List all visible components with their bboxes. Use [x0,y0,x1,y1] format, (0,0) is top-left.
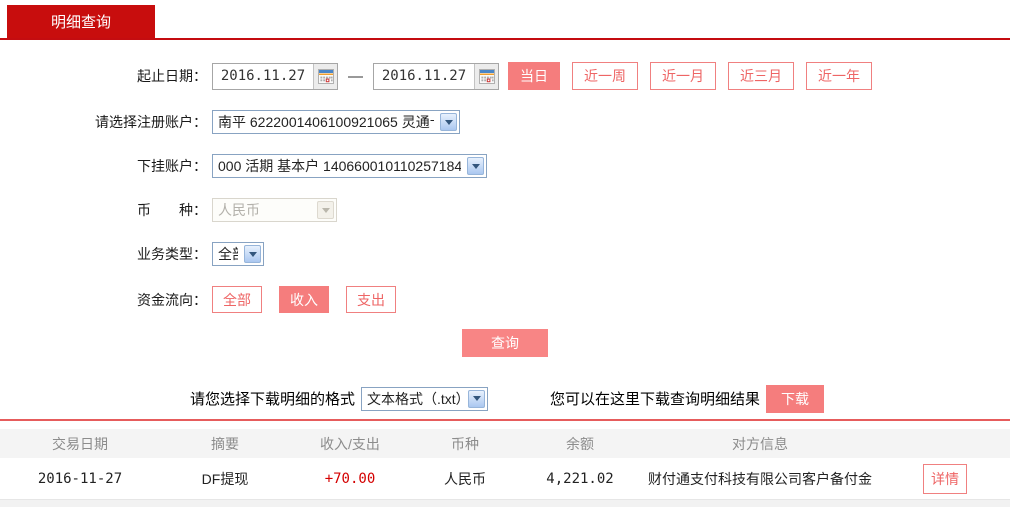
calendar-icon[interactable] [313,63,337,89]
header-currency: 币种 [451,435,479,452]
quick-today-button[interactable]: 当日 [508,62,560,90]
download-button[interactable]: 下载 [766,384,825,413]
business-type-label: 业务类型： [137,246,207,262]
row-summary: DF提现 [201,471,249,487]
end-date-input[interactable]: 2016.11.27 [373,62,499,90]
download-row: 请您选择下载明细的格式 文本格式（.txt） 您可以在这里下载查询明细结果 下载 [0,384,1010,413]
register-account-value: 南平 6222001406100921065 灵通卡 [218,114,434,130]
dropdown-arrow-icon [244,245,261,263]
end-date-value: 2016.11.27 [381,68,467,84]
query-form: 起止日期： 2016.11.27 — 2016.11.27 当日 近一周 近一月… [0,40,1010,413]
detail-button[interactable]: 详情 [923,464,967,494]
row-counterparty: 财付通支付科技有限公司客户备付金 [648,471,872,487]
quick-last-year-button[interactable]: 近一年 [806,62,872,90]
start-date-value: 2016.11.27 [220,68,306,84]
calendar-icon-glyph [317,68,334,84]
tab-detail-query[interactable]: 明细查询 [7,5,155,38]
start-date-input[interactable]: 2016.11.27 [212,62,338,90]
currency-label: 币 种： [137,202,207,218]
table-separator [0,419,1010,421]
calendar-icon[interactable] [474,63,498,89]
sub-account-value: 000 活期 基本户 1406600101102571848 [218,158,461,174]
fund-flow-income-button[interactable]: 收入 [279,286,329,313]
date-separator: — [348,67,363,85]
fund-flow-expense-button[interactable]: 支出 [346,286,396,313]
register-account-label: 请选择注册账户： [95,114,207,130]
table-row: 2016-11-27 DF提现 +70.00 人民币 4,221.02 财付通支… [0,458,1010,501]
register-account-row: 请选择注册账户： 南平 6222001406100921065 灵通卡 [0,110,1010,134]
footer-strip [0,499,1010,507]
download-hint: 您可以在这里下载查询明细结果 [550,391,761,408]
row-currency: 人民币 [444,471,486,487]
download-format-select[interactable]: 文本格式（.txt） [361,386,489,411]
header-income-expense: 收入/支出 [320,435,380,452]
fund-flow-row: 资金流向： 全部 收入 支出 [0,286,1010,313]
currency-value: 人民币 [218,202,260,218]
dropdown-arrow-icon [317,201,334,219]
quick-last-3-months-button[interactable]: 近三月 [728,62,794,90]
query-button[interactable]: 查询 [462,329,548,357]
sub-account-select[interactable]: 000 活期 基本户 1406600101102571848 [212,154,487,178]
quick-last-month-button[interactable]: 近一月 [650,62,716,90]
fund-flow-all-button[interactable]: 全部 [212,286,262,313]
date-range-row: 起止日期： 2016.11.27 — 2016.11.27 当日 近一周 近一月… [0,62,1010,90]
header-counterparty: 对方信息 [732,435,788,452]
header-balance: 余额 [566,435,594,452]
download-format-label: 请您选择下载明细的格式 [190,391,356,408]
row-balance: 4,221.02 [546,471,614,487]
detail-query-page: 明细查询 起止日期： 2016.11.27 — 2016.11.27 当日 近一… [0,0,1010,507]
date-range-label: 起止日期： [137,68,207,84]
dropdown-arrow-icon [467,157,484,175]
register-account-select[interactable]: 南平 6222001406100921065 灵通卡 [212,110,460,134]
header-summary: 摘要 [211,435,239,452]
header-trade-date: 交易日期 [52,435,108,452]
calendar-icon-glyph [478,68,495,84]
dropdown-arrow-icon [468,389,486,408]
fund-flow-label: 资金流向： [137,291,207,308]
row-trade-date: 2016-11-27 [37,471,123,487]
tab-label: 明细查询 [50,14,111,31]
sub-account-label: 下挂账户： [137,158,207,174]
dropdown-arrow-icon [440,113,457,131]
business-type-select[interactable]: 全部 [212,242,264,266]
tab-bar: 明细查询 [0,0,1010,40]
currency-row: 币 种： 人民币 [0,198,1010,222]
row-actions: 详情 [880,464,1010,494]
business-type-value: 全部 [218,246,238,262]
currency-select: 人民币 [212,198,337,222]
business-type-row: 业务类型： 全部 [0,242,1010,266]
query-row: 查询 [0,329,1010,357]
quick-last-week-button[interactable]: 近一周 [572,62,638,90]
download-format-value: 文本格式（.txt） [367,390,463,407]
table-header: 交易日期 摘要 收入/支出 币种 余额 对方信息 [0,429,1010,458]
sub-account-row: 下挂账户： 000 活期 基本户 1406600101102571848 [0,154,1010,178]
row-amount: +70.00 [324,471,376,487]
